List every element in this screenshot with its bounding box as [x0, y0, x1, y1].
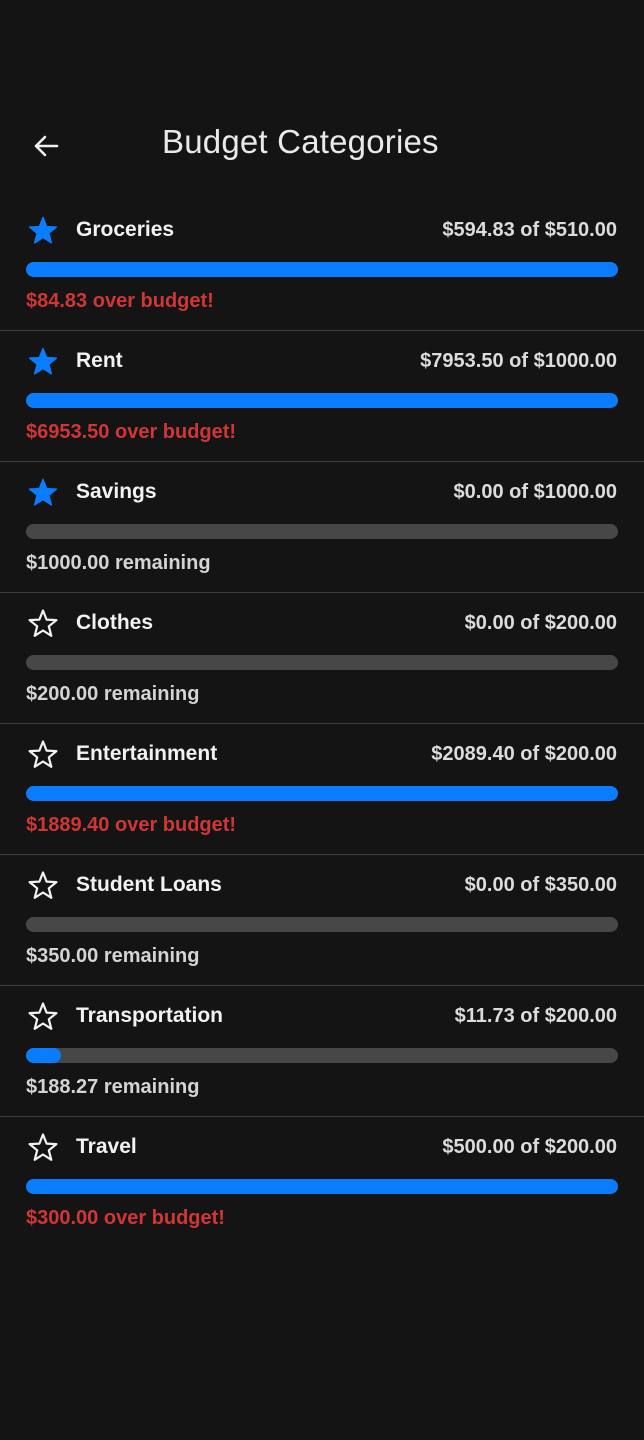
category-amount: $594.83 of $510.00: [442, 219, 617, 241]
budget-status: $188.27 remaining: [26, 1076, 200, 1098]
star-outline-icon[interactable]: [27, 870, 59, 902]
category-item-rent[interactable]: Rent $7953.50 of $1000.00 $6953.50 over …: [0, 331, 644, 462]
budget-status: $84.83 over budget!: [26, 290, 214, 312]
star-outline-icon[interactable]: [27, 739, 59, 771]
progress-bar: [26, 524, 618, 539]
category-name: Student Loans: [76, 873, 222, 896]
category-amount: $0.00 of $350.00: [464, 874, 617, 896]
progress-bar: [26, 655, 618, 670]
category-name: Clothes: [76, 611, 154, 634]
star-outline-icon[interactable]: [27, 608, 59, 640]
star-filled-icon[interactable]: [27, 346, 59, 378]
category-item-entertainment[interactable]: Entertainment $2089.40 of $200.00 $1889.…: [0, 724, 644, 855]
app-header: Budget Categories: [0, 118, 644, 174]
star-filled-icon[interactable]: [27, 215, 59, 247]
arrow-left-icon: [33, 135, 59, 157]
category-name: Entertainment: [76, 742, 218, 765]
page-title: Budget Categories: [162, 123, 439, 160]
progress-fill: [26, 1179, 618, 1194]
progress-fill: [26, 786, 618, 801]
progress-fill: [26, 262, 618, 277]
progress-bar: [26, 1179, 618, 1194]
progress-bar: [26, 393, 618, 408]
budget-status: $300.00 over budget!: [26, 1207, 225, 1229]
category-amount: $500.00 of $200.00: [442, 1136, 617, 1158]
budget-status: $350.00 remaining: [26, 945, 200, 967]
star-outline-icon[interactable]: [27, 1132, 59, 1164]
category-list: Groceries $594.83 of $510.00 $84.83 over…: [0, 200, 644, 1248]
budget-status: $1889.40 over budget!: [26, 814, 237, 836]
category-name: Savings: [76, 480, 157, 503]
category-amount: $0.00 of $1000.00: [453, 481, 617, 503]
category-amount: $0.00 of $200.00: [464, 612, 617, 634]
category-amount: $7953.50 of $1000.00: [420, 350, 617, 372]
budget-status: $1000.00 remaining: [26, 552, 211, 574]
progress-bar: [26, 1048, 618, 1063]
star-filled-icon[interactable]: [27, 477, 59, 509]
category-amount: $2089.40 of $200.00: [431, 743, 617, 765]
category-item-clothes[interactable]: Clothes $0.00 of $200.00 $200.00 remaini…: [0, 593, 644, 724]
category-name: Groceries: [76, 218, 175, 241]
category-name: Travel: [76, 1135, 137, 1158]
progress-fill: [26, 1048, 61, 1063]
progress-bar: [26, 786, 618, 801]
category-item-student-loans[interactable]: Student Loans $0.00 of $350.00 $350.00 r…: [0, 855, 644, 986]
progress-bar: [26, 917, 618, 932]
star-outline-icon[interactable]: [27, 1001, 59, 1033]
category-item-travel[interactable]: Travel $500.00 of $200.00 $300.00 over b…: [0, 1117, 644, 1248]
back-button[interactable]: [26, 126, 66, 166]
budget-status: $200.00 remaining: [26, 683, 200, 705]
category-item-savings[interactable]: Savings $0.00 of $1000.00 $1000.00 remai…: [0, 462, 644, 593]
category-item-transportation[interactable]: Transportation $11.73 of $200.00 $188.27…: [0, 986, 644, 1117]
category-amount: $11.73 of $200.00: [454, 1005, 617, 1027]
progress-bar: [26, 262, 618, 277]
category-item-groceries[interactable]: Groceries $594.83 of $510.00 $84.83 over…: [0, 200, 644, 331]
progress-fill: [26, 393, 618, 408]
category-name: Transportation: [76, 1004, 224, 1027]
budget-status: $6953.50 over budget!: [26, 421, 237, 443]
category-name: Rent: [76, 349, 123, 372]
